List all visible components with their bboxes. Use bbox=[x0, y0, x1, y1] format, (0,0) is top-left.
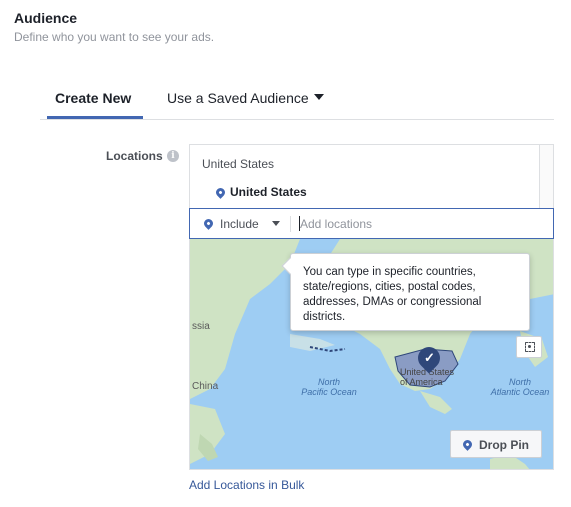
location-pin-icon bbox=[214, 186, 227, 199]
selected-location-item[interactable]: United States bbox=[230, 185, 307, 199]
page-title: Audience bbox=[14, 10, 78, 26]
tooltip-text: You can type in specific countries, stat… bbox=[303, 266, 482, 323]
locations-label: Locations bbox=[106, 149, 163, 163]
tab-create-new[interactable]: Create New bbox=[55, 90, 131, 106]
location-search-row: Include bbox=[189, 208, 554, 239]
list-scrollbar[interactable] bbox=[539, 145, 553, 209]
chevron-down-icon bbox=[272, 221, 280, 226]
tab-saved-audience-label: Use a Saved Audience bbox=[167, 90, 309, 106]
include-label: Include bbox=[220, 217, 259, 231]
audience-tabs: Create New Use a Saved Audience bbox=[40, 80, 554, 120]
tab-saved-audience[interactable]: Use a Saved Audience bbox=[167, 90, 324, 106]
include-dropdown[interactable]: Include bbox=[190, 209, 290, 238]
drop-pin-label: Drop Pin bbox=[479, 438, 529, 452]
location-group-header: United States bbox=[202, 157, 275, 171]
check-icon: ✓ bbox=[424, 350, 435, 365]
add-locations-bulk-link[interactable]: Add Locations in Bulk bbox=[189, 478, 304, 492]
location-pin-icon bbox=[202, 217, 215, 230]
map-fit-icon[interactable] bbox=[516, 336, 542, 358]
map-label-russia: ssia bbox=[192, 321, 210, 332]
location-pin-icon bbox=[461, 438, 474, 451]
map-label-atlantic: North Atlantic Ocean bbox=[490, 377, 550, 397]
pacific-label-line2: Pacific Ocean bbox=[301, 387, 357, 397]
divider bbox=[290, 216, 291, 232]
active-tab-indicator bbox=[47, 116, 143, 119]
locations-tooltip: You can type in specific countries, stat… bbox=[281, 253, 530, 331]
page-subtitle: Define who you want to see your ads. bbox=[14, 30, 215, 44]
selected-locations-list: United States United States bbox=[189, 144, 554, 209]
atlantic-label-line2: Atlantic Ocean bbox=[490, 387, 550, 397]
atlantic-label-line1: North bbox=[508, 377, 531, 387]
caret-down-icon bbox=[313, 94, 324, 101]
map-label-pacific: North Pacific Ocean bbox=[294, 377, 364, 397]
add-locations-input[interactable] bbox=[300, 213, 540, 234]
drop-pin-button[interactable]: Drop Pin bbox=[450, 430, 542, 458]
info-icon[interactable]: i bbox=[167, 150, 179, 162]
pacific-label-line1: North bbox=[317, 377, 340, 387]
map-label-china: China bbox=[192, 381, 219, 392]
